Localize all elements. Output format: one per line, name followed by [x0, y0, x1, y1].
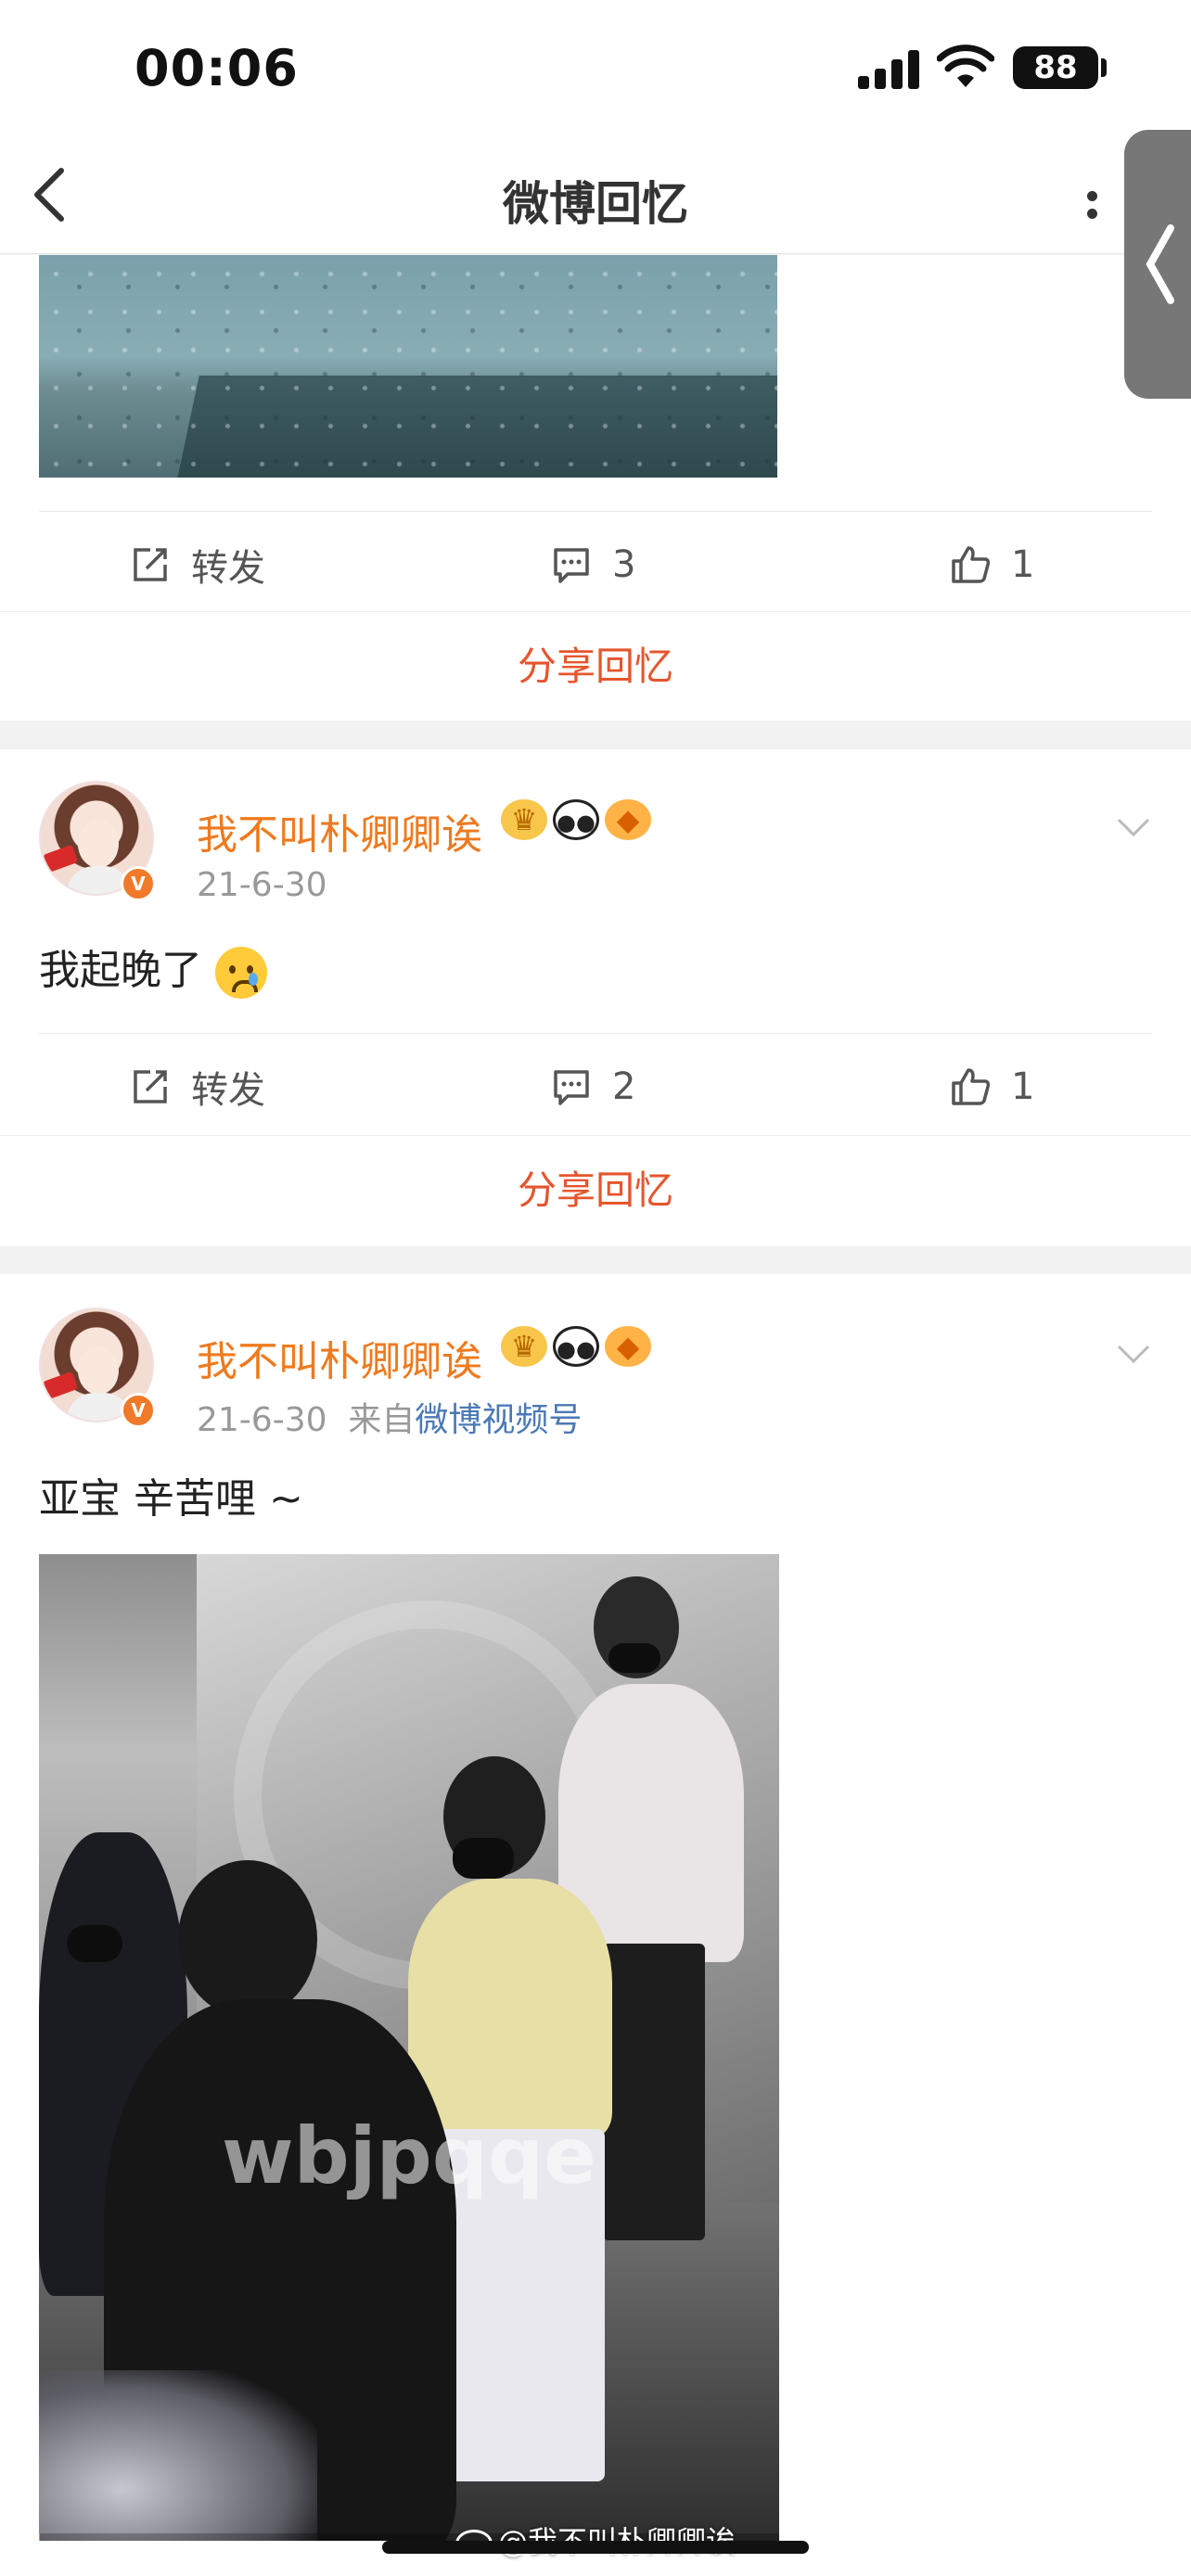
- battery-level: 88: [1013, 46, 1098, 89]
- action-bar: 转发 3 1: [0, 515, 1191, 615]
- crown-badge-icon: ♛: [501, 1326, 547, 1367]
- cellular-signal-icon: [858, 48, 919, 89]
- repost-button[interactable]: 转发: [130, 1037, 265, 1137]
- chevron-down-icon[interactable]: [1115, 816, 1152, 838]
- chevron-down-icon[interactable]: [1115, 1343, 1152, 1365]
- source-prefix: 来自: [348, 1401, 416, 1439]
- post-video[interactable]: wbjpqqe: [39, 1554, 779, 2541]
- repost-label: 转发: [191, 547, 265, 590]
- post-text: 亚宝 辛苦哩 ~: [39, 1475, 303, 1523]
- repost-label: 转发: [191, 1069, 265, 1112]
- comment-count: 3: [612, 543, 636, 586]
- verified-badge-icon: V: [121, 1393, 156, 1428]
- thumbs-up-icon: [952, 546, 991, 583]
- post-header: V 我不叫朴卿卿诶 ♛ ●● ◆ 21-6-30 来自微博视频号: [39, 1307, 1152, 1439]
- repost-icon: [134, 548, 167, 581]
- bottom-watermark: @我不叫朴卿卿诶: [0, 2519, 1191, 2561]
- source-link[interactable]: 微博视频号: [415, 1401, 582, 1439]
- comment-count: 2: [612, 1065, 636, 1108]
- panda-badge-icon: ●●: [553, 1326, 599, 1367]
- post-card: 转发 3 1 分享回忆: [0, 255, 1191, 721]
- status-time: 00:06: [134, 39, 299, 97]
- comment-button[interactable]: 3: [551, 515, 635, 615]
- divider: [39, 511, 1152, 512]
- like-button[interactable]: 1: [950, 1037, 1034, 1137]
- post-date: 21-6-30: [197, 1401, 327, 1439]
- like-count: 1: [1011, 1065, 1035, 1108]
- battery-tip: [1101, 58, 1107, 77]
- post-card: V 我不叫朴卿卿诶 ♛ ●● ◆ 21-6-30 来自微博视频号 亚宝 辛苦哩 …: [0, 1274, 1191, 2576]
- nav-bar: 微博回忆: [0, 139, 1191, 254]
- like-count: 1: [1011, 543, 1035, 586]
- chevron-left-icon: [1146, 224, 1174, 304]
- action-bar: 转发 2 1: [0, 1037, 1191, 1137]
- repost-button[interactable]: 转发: [130, 515, 265, 615]
- repost-icon: [134, 1070, 167, 1103]
- user-badges: ♛ ●● ◆: [501, 799, 651, 840]
- post-meta: 21-6-30 来自微博视频号: [197, 1393, 582, 1441]
- more-options-icon[interactable]: [1087, 187, 1124, 219]
- comment-icon: [554, 548, 589, 583]
- crown-badge-icon: ♛: [501, 799, 547, 840]
- username[interactable]: 我不叫朴卿卿诶: [197, 801, 482, 861]
- share-memory-button[interactable]: 分享回忆: [0, 1135, 1191, 1244]
- share-memory-button[interactable]: 分享回忆: [0, 611, 1191, 721]
- post-header: V 我不叫朴卿卿诶 ♛ ●● ◆ 21-6-30: [39, 781, 1152, 911]
- comment-button[interactable]: 2: [551, 1037, 635, 1137]
- page-title: 微博回忆: [503, 177, 688, 231]
- username[interactable]: 我不叫朴卿卿诶: [197, 1328, 482, 1387]
- floating-side-tab[interactable]: [1124, 130, 1191, 399]
- post-date: 21-6-30: [197, 866, 327, 904]
- thumbs-up-icon: [952, 1068, 991, 1105]
- panda-badge-icon: ●●: [553, 799, 599, 840]
- like-button[interactable]: 1: [950, 515, 1034, 615]
- status-bar: 00:06 88: [0, 0, 1191, 139]
- video-watermark: wbjpqqe: [222, 2111, 596, 2201]
- fish-badge-icon: ◆: [605, 1326, 651, 1367]
- comment-icon: [554, 1070, 589, 1105]
- divider: [39, 1033, 1152, 1034]
- wifi-icon: [937, 45, 994, 87]
- post-text: 我起晚了: [39, 937, 267, 999]
- home-indicator[interactable]: [382, 2541, 809, 2554]
- post-card: V 我不叫朴卿卿诶 ♛ ●● ◆ 21-6-30 我起晚了 转发 2 1 分享回…: [0, 749, 1191, 1246]
- fish-badge-icon: ◆: [605, 799, 651, 840]
- post-image-rain[interactable]: [39, 255, 777, 478]
- post-text-content: 我起晚了: [39, 947, 202, 994]
- crying-face-emoji-icon: [215, 947, 267, 999]
- verified-badge-icon: V: [121, 866, 156, 901]
- user-badges: ♛ ●● ◆: [501, 1326, 651, 1367]
